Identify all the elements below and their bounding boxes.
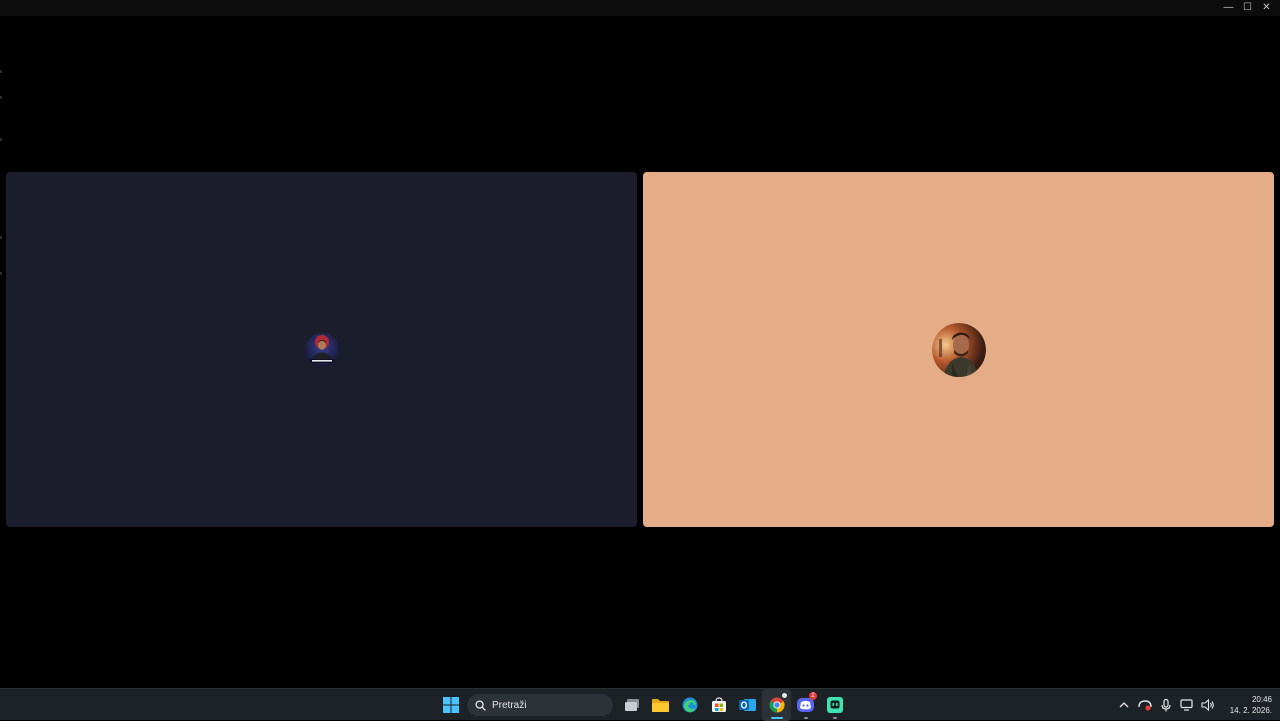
speaker-icon [1200,699,1214,711]
taskbar-search[interactable]: Pretraži [467,694,613,716]
call-stage [0,16,1280,688]
recording-indicator[interactable] [1134,689,1155,721]
file-explorer-button[interactable] [646,689,675,721]
stop-recording-icon [1137,700,1152,711]
avatar-logo-image [304,332,339,367]
network-icon [1180,699,1193,711]
store-button[interactable] [704,689,733,721]
chat-app-button[interactable] [820,689,849,721]
chevron-up-icon [1119,702,1128,708]
taskbar-apps: Pretraži 2 [436,689,849,721]
running-indicator [770,717,783,719]
microphone-icon [1160,698,1171,711]
clock[interactable]: 20:46 14. 2. 2026. [1222,694,1272,716]
outlook-icon [739,699,756,711]
clock-time: 20:46 [1251,695,1272,704]
avatar-photo-image [931,322,986,377]
outlook-button[interactable] [733,689,762,721]
window-controls: — ☐ ✕ [1219,0,1276,16]
participant-tile-2[interactable] [643,172,1274,527]
task-view-button[interactable] [617,689,646,721]
show-hidden-icons-button[interactable] [1113,689,1134,721]
taskbar: Pretraži 2 20:46 14. 2. 2026. [0,688,1280,721]
start-button[interactable] [436,689,465,721]
search-placeholder: Pretraži [492,699,527,711]
close-button[interactable]: ✕ [1257,0,1276,16]
discord-icon [797,698,814,712]
system-tray: 20:46 14. 2. 2026. [1113,689,1280,721]
user-avatar-logo[interactable] [304,332,339,367]
chrome-button[interactable] [762,689,791,721]
running-indicator [832,717,837,719]
search-icon [475,699,486,711]
notification-badge: 2 [809,692,817,700]
chrome-icon [768,697,785,713]
clock-date: 14. 2. 2026. [1229,706,1272,715]
user-avatar-photo[interactable] [931,322,986,377]
network-button[interactable] [1176,689,1197,721]
chrome-badge [782,693,787,698]
windows-icon [442,697,459,713]
task-view-icon [624,699,639,711]
running-indicator [803,717,808,719]
store-icon [711,697,726,712]
chat-app-icon [826,697,843,713]
volume-button[interactable] [1197,689,1218,721]
maximize-button[interactable]: ☐ [1238,0,1257,16]
minimize-button[interactable]: — [1219,0,1238,16]
folder-icon [652,699,669,712]
edge-button[interactable] [675,689,704,721]
discord-button[interactable]: 2 [791,689,820,721]
title-bar: — ☐ ✕ [0,0,1280,16]
app-window: — ☐ ✕ [0,0,1280,688]
participant-tile-1[interactable] [6,172,637,527]
edge-icon [682,697,697,713]
microphone-button[interactable] [1155,689,1176,721]
